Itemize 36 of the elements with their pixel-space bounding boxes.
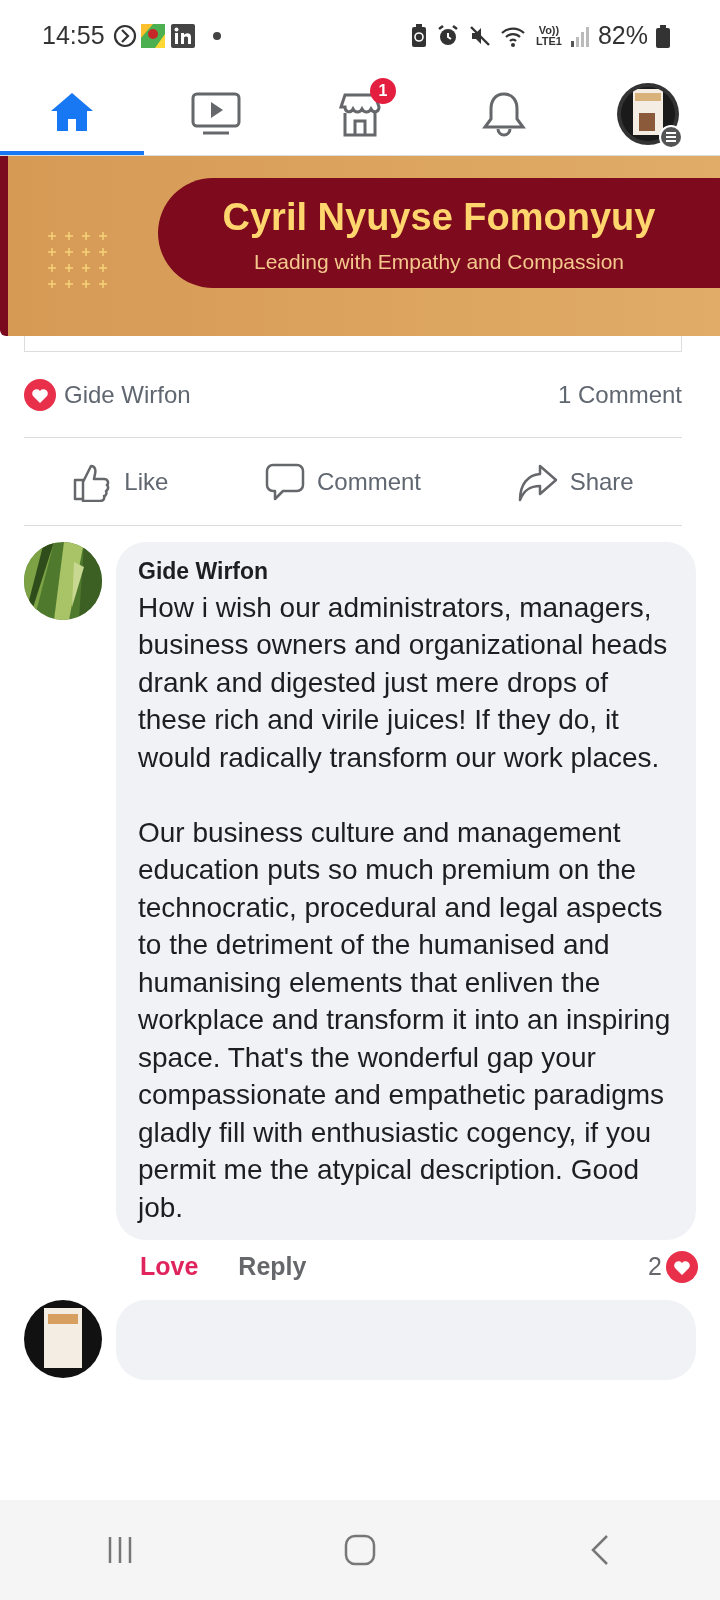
network-text: LTE1 [535,36,562,47]
comment-text: How i wish our administrators, managers, business owners and organizational heads drank and digested just mere drops of these rich and virile juices! If they do, it would radically transform our work places. [138,590,669,775]
notification-bell-icon [481,90,527,137]
like-button[interactable]: Like [62,455,179,508]
battery-text: 82% [597,20,648,52]
comment-count[interactable]: 1 Comment [557,376,682,413]
nav-tab[interactable]: 1 [288,72,432,155]
speech-bubble-icon [264,461,305,502]
signal-icon [569,25,590,47]
battery-saver-icon [409,24,428,48]
network-text: Vo)) [538,25,560,36]
reply-button[interactable]: Reply [238,1248,307,1286]
dot-icon [212,32,221,40]
menu-icon[interactable] [659,124,683,149]
reaction-count: 2 [648,1251,662,1282]
heart-reaction-icon [666,1250,698,1283]
clock-text: 14:55 [42,20,105,52]
video-icon [191,91,241,136]
map-icon [140,24,165,48]
home-button-icon[interactable] [343,1533,377,1567]
battery-icon [656,24,670,48]
heart-reaction-icon [24,378,56,411]
sparkle-drawing [48,232,107,289]
mute-icon [467,24,492,48]
share-button[interactable]: Share [507,455,644,508]
reactor-name[interactable]: Gide Wirfon [64,376,191,413]
love-button[interactable]: Love [140,1248,199,1286]
home-icon [49,90,95,133]
banner-subtitle: Leading with Empathy and Compassion [253,248,625,275]
comment-author[interactable]: Gide Wirfon [138,554,676,589]
comment-text: Our business culture and management education puts so much premium on the technocratic, procedural and legal aspects to the detriment of the humanised and humanising elements that enliven the workplace and transform it into an inspiring space. That's the wonderful gap your compassionate and empathetic paradigms gladly fill with enthusiastic cogency, if you permit me the atypical description. Good job. [138,815,672,1225]
play-circle-icon [112,24,137,48]
banner-title: Cyril Nyuyse Fomonyuy [222,194,656,240]
square-app-icon [170,24,195,48]
comment-button[interactable]: Comment [254,455,431,508]
notification-badge: 1 [370,78,396,104]
